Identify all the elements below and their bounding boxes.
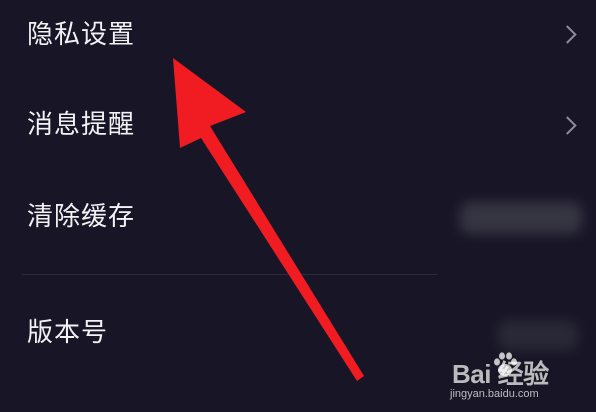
settings-screen: 隐私设置 消息提醒 清除缓存 版本号 Bai 经验 jingyan.baidu.… <box>0 0 596 412</box>
settings-item-label: 消息提醒 <box>27 110 136 140</box>
settings-item-notifications[interactable]: 消息提醒 <box>0 96 596 156</box>
cache-size-value-blurred <box>460 202 582 234</box>
settings-item-label: 隐私设置 <box>27 20 136 50</box>
settings-item-privacy[interactable]: 隐私设置 <box>0 6 596 66</box>
paw-icon <box>494 352 517 376</box>
divider <box>22 274 437 275</box>
settings-item-clear-cache[interactable]: 清除缓存 <box>0 186 596 246</box>
baidu-jingyan-watermark: Bai 经验 jingyan.baidu.com <box>450 348 564 406</box>
version-value-blurred <box>498 320 578 350</box>
chevron-right-icon <box>558 116 577 135</box>
settings-item-label: 版本号 <box>27 318 109 348</box>
settings-item-label: 清除缓存 <box>27 202 136 232</box>
chevron-right-icon <box>558 25 577 44</box>
watermark-url: jingyan.baidu.com <box>450 388 539 400</box>
